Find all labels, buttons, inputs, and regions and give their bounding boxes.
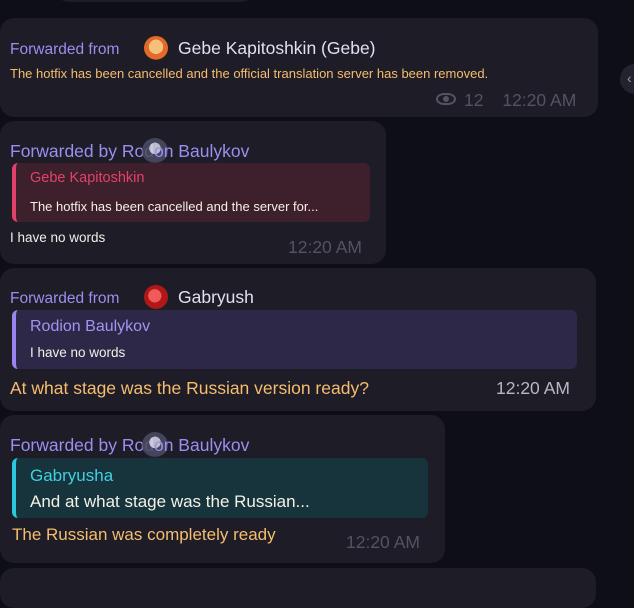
message-bubble[interactable]: Forwarded by Rodon Baulykov Gebe Kapitos… xyxy=(0,121,386,264)
message-bubble-partial-bottom xyxy=(0,568,596,608)
forward-prefix: Forwarded from xyxy=(10,41,120,58)
reply-quote[interactable]: Rodion Baulykov I have no words xyxy=(12,310,577,369)
reply-name: Gebe Kapitoshkin xyxy=(30,170,145,186)
message-text: I have no words xyxy=(10,230,106,245)
forward-header[interactable]: Forwarded by Rodon Baulykov xyxy=(10,432,249,458)
message-meta: 12 12:20 AM xyxy=(436,90,576,111)
message-bubble-partial-top xyxy=(55,0,255,2)
scroll-button[interactable]: ‹ xyxy=(620,64,634,94)
message-time: 12:20 AM xyxy=(496,378,570,398)
forward-header[interactable]: Forwarded from Gebe Kapitoshkin (Gebe) xyxy=(10,36,376,60)
sender-name[interactable]: Gebe Kapitoshkin (Gebe) xyxy=(178,38,375,58)
forward-prefix: Forwarded by xyxy=(10,141,117,161)
reply-quote[interactable]: Gebe Kapitoshkin The hotfix has been can… xyxy=(12,163,370,222)
sender-name[interactable]: Gabryush xyxy=(178,287,254,307)
sender-name[interactable]: Rodon Baulykov xyxy=(122,138,249,164)
message-bubble[interactable]: Forwarded by Rodon Baulykov Gabryusha An… xyxy=(0,415,445,563)
forward-header[interactable]: Forwarded from Gabryush xyxy=(10,285,254,309)
avatar[interactable] xyxy=(143,36,168,60)
message-text: The Russian was completely ready xyxy=(12,525,276,544)
message-bubble[interactable]: Forwarded from Gebe Kapitoshkin (Gebe) T… xyxy=(0,18,598,117)
reply-text: The hotfix has been cancelled and the se… xyxy=(30,199,319,214)
message-text: The hotfix has been cancelled and the of… xyxy=(10,66,489,81)
message-time: 12:20 AM xyxy=(502,90,577,110)
reply-name: Rodion Baulykov xyxy=(30,318,151,335)
reply-text: And at what stage was the Russian... xyxy=(30,492,310,511)
view-count: 12 xyxy=(464,90,484,110)
forward-prefix: Forwarded by xyxy=(10,435,117,455)
message-text: At what stage was the Russian version re… xyxy=(10,378,369,398)
reply-name: Gabryusha xyxy=(30,466,114,485)
message-time: 12:20 AM xyxy=(288,237,362,257)
eye-icon xyxy=(436,93,456,105)
chevron-icon: ‹ xyxy=(627,70,632,86)
reply-text: I have no words xyxy=(30,345,126,360)
forward-header[interactable]: Forwarded by Rodon Baulykov xyxy=(10,138,249,164)
avatar[interactable] xyxy=(143,285,168,309)
message-time: 12:20 AM xyxy=(346,532,420,552)
message-bubble[interactable]: Forwarded from Gabryush Rodion Baulykov … xyxy=(0,268,596,411)
reply-quote[interactable]: Gabryusha And at what stage was the Russ… xyxy=(12,458,428,518)
forward-prefix: Forwarded from xyxy=(10,290,120,307)
sender-name[interactable]: Rodon Baulykov xyxy=(122,432,249,458)
